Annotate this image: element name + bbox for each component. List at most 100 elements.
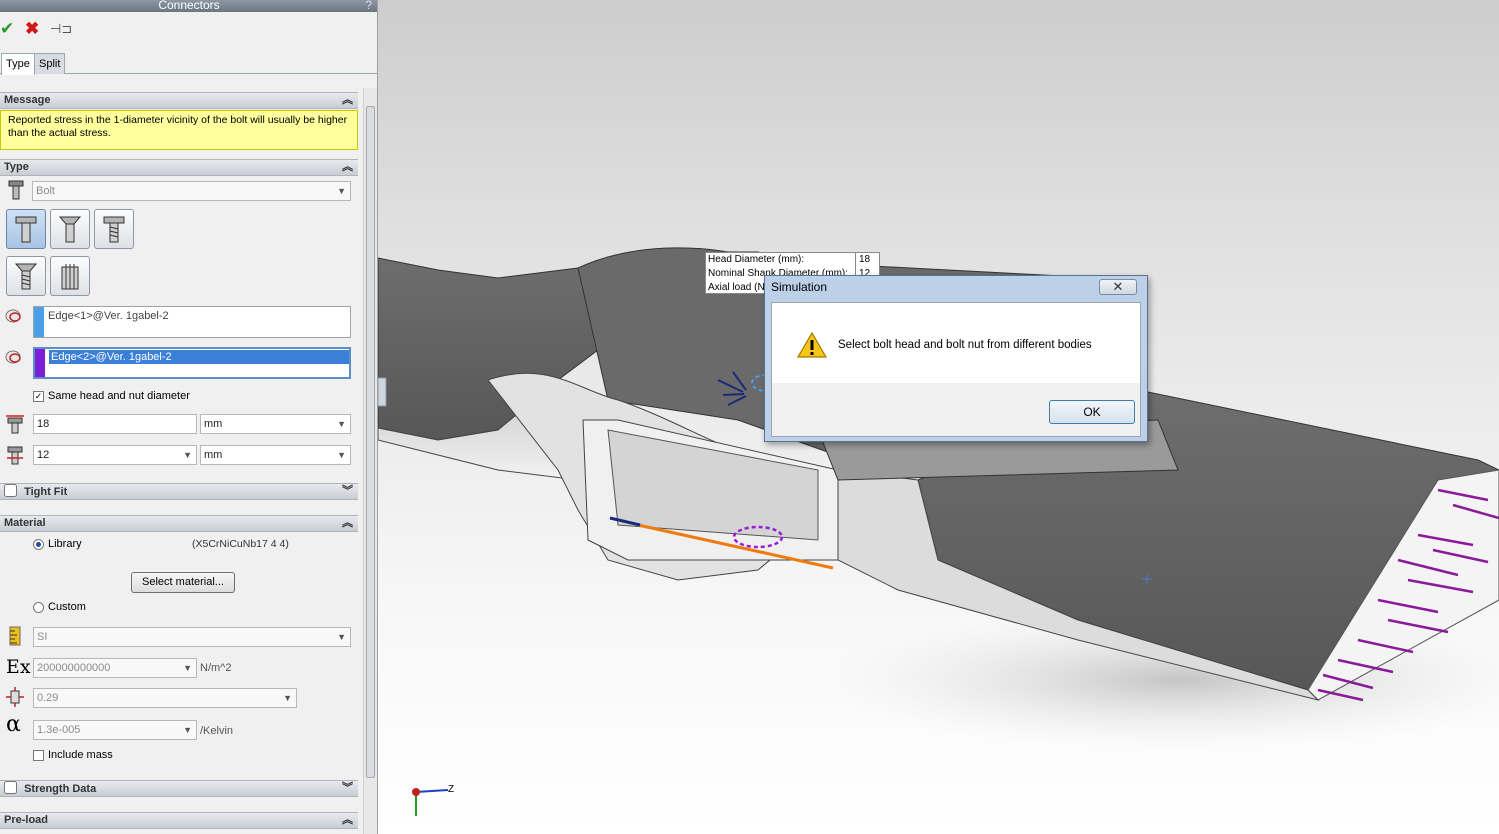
bolt-nut-edge-selection[interactable]: Edge<2>@Ver. 1gabel-2: [33, 347, 351, 379]
include-mass-label: Include mass: [48, 749, 113, 761]
dropdown-arrow-icon: ▼: [337, 419, 346, 429]
panel-scrollbar[interactable]: [363, 88, 377, 834]
counterbore-screw-button[interactable]: [94, 209, 134, 249]
message-box: Reported stress in the 1-diameter vicini…: [0, 110, 358, 150]
radio-unselected-icon[interactable]: [33, 601, 44, 613]
bolt-type-icon: [5, 179, 27, 201]
ex-unit: N/m^2: [200, 662, 232, 674]
tooltip-label: Head Diameter (mm):: [706, 253, 856, 267]
tab-split[interactable]: Split: [34, 53, 66, 74]
panel-title: Connectors: [158, 0, 220, 12]
same-diameter-checkbox[interactable]: ✓ Same head and nut diameter: [33, 390, 190, 402]
countersink-screw-icon: [14, 263, 38, 290]
message-group: Message ︽ Reported stress in the 1-diame…: [0, 92, 358, 150]
collapse-chevron-icon[interactable]: ︽: [342, 93, 353, 108]
alpha-value: 1.3e-005: [37, 724, 81, 736]
property-manager: Connectors ? ✔ ✖ ⊣⊐ Type Split Message ︽…: [0, 0, 378, 834]
expand-chevron-icon[interactable]: ︾: [342, 484, 353, 499]
nut-edge-select-icon: [3, 346, 25, 368]
foundation-bolt-icon: [61, 264, 79, 290]
ex-input[interactable]: 200000000000 ▼: [33, 658, 197, 678]
checkbox-unchecked-icon[interactable]: [33, 749, 44, 761]
dropdown-arrow-icon: ▼: [183, 450, 192, 460]
dialog-title: Simulation: [771, 280, 828, 294]
ruler-units-icon: [4, 625, 26, 647]
custom-label: Custom: [48, 601, 86, 613]
head-unit-value: mm: [204, 418, 223, 430]
panel-title-bar: Connectors ?: [0, 0, 377, 12]
edge2-text: Edge<2>@Ver. 1gabel-2: [49, 350, 349, 364]
strength-data-checkbox[interactable]: [4, 781, 17, 794]
material-group: Material ︽: [0, 515, 358, 532]
units-value: SI: [37, 631, 48, 643]
dropdown-arrow-icon: ▼: [337, 450, 346, 460]
help-icon[interactable]: ?: [365, 0, 372, 11]
bolt-head-edge-selection[interactable]: Edge<1>@Ver. 1gabel-2: [33, 306, 351, 338]
dialog-message: Select bolt head and bolt nut from diffe…: [838, 339, 1092, 351]
ok-check-icon[interactable]: ✔: [0, 18, 14, 40]
collapse-chevron-icon[interactable]: ︽: [342, 516, 353, 531]
type-group-header[interactable]: Type ︽: [0, 159, 358, 176]
head-diameter-input[interactable]: 18: [33, 414, 197, 434]
tight-fit-header[interactable]: Tight Fit ︾: [0, 483, 358, 500]
tight-fit-label: Tight Fit: [24, 486, 68, 498]
collapse-chevron-icon[interactable]: ︽: [342, 813, 353, 828]
poisson-input[interactable]: 0.29 ▼: [33, 688, 297, 708]
dropdown-arrow-icon: ▼: [283, 693, 292, 703]
edge1-text: Edge<1>@Ver. 1gabel-2: [48, 310, 169, 322]
cancel-x-icon[interactable]: ✖: [25, 18, 39, 40]
counterbore-nut-button[interactable]: [6, 209, 46, 249]
tight-fit-group: Tight Fit ︾: [0, 483, 358, 500]
tooltip-value: 18: [859, 254, 871, 265]
triad-axis-label: Z: [448, 784, 455, 795]
dropdown-arrow-icon: ▼: [337, 632, 346, 642]
library-radio[interactable]: Library: [33, 538, 82, 550]
type-group: Type ︽: [0, 159, 358, 176]
select-material-button[interactable]: Select material...: [131, 572, 235, 593]
countersink-nut-icon: [58, 216, 82, 243]
custom-radio[interactable]: Custom: [33, 601, 86, 613]
tooltip-row: Head Diameter (mm): 18: [706, 253, 879, 267]
preload-label: Pre-load: [4, 814, 49, 826]
countersink-nut-button[interactable]: [50, 209, 90, 249]
message-group-header[interactable]: Message ︽: [0, 92, 358, 109]
elastic-modulus-icon: Ex: [6, 656, 31, 678]
scrollbar-thumb[interactable]: [366, 106, 375, 778]
collapse-chevron-icon[interactable]: ︽: [342, 160, 353, 175]
shank-unit-value: mm: [204, 449, 223, 461]
thermal-expansion-icon: α: [6, 712, 21, 737]
include-mass-checkbox[interactable]: Include mass: [33, 749, 113, 761]
same-diameter-label: Same head and nut diameter: [48, 390, 190, 402]
shank-diameter-value: 12: [37, 449, 50, 461]
checkbox-checked-icon[interactable]: ✓: [33, 390, 44, 402]
shank-unit-select[interactable]: mm ▼: [200, 445, 351, 465]
expand-chevron-icon[interactable]: ︾: [342, 781, 353, 796]
tab-type[interactable]: Type: [1, 53, 35, 75]
edge2-color-swatch: [35, 349, 45, 377]
dropdown-arrow-icon: ▼: [337, 186, 346, 196]
ok-button[interactable]: OK: [1049, 400, 1135, 424]
dropdown-arrow-icon: ▼: [183, 725, 192, 735]
foundation-bolt-button[interactable]: [50, 256, 90, 296]
ex-value: 200000000000: [37, 662, 111, 674]
tight-fit-checkbox[interactable]: [4, 484, 17, 497]
radio-selected-icon[interactable]: [33, 538, 44, 550]
edge1-color-swatch: [34, 307, 44, 337]
poisson-value: 0.29: [37, 692, 59, 704]
head-diameter-icon: [4, 413, 26, 435]
close-icon[interactable]: ✕: [1099, 279, 1137, 295]
pushpin-icon[interactable]: ⊣⊐: [50, 18, 72, 40]
panel-collapse-handle: [378, 377, 387, 407]
material-header[interactable]: Material ︽: [0, 515, 358, 532]
head-unit-select[interactable]: mm ▼: [200, 414, 351, 434]
connector-type-select[interactable]: Bolt ▼: [32, 181, 351, 201]
dialog-body: Select bolt head and bolt nut from diffe…: [771, 302, 1141, 437]
units-select[interactable]: SI ▼: [33, 627, 351, 647]
preload-header[interactable]: Pre-load ︽: [0, 812, 358, 829]
alpha-input[interactable]: 1.3e-005 ▼: [33, 720, 197, 740]
strength-data-header[interactable]: Strength Data ︾: [0, 780, 358, 797]
countersink-screw-button[interactable]: [6, 256, 46, 296]
shank-diameter-input[interactable]: 12 ▼: [33, 445, 197, 465]
library-label: Library: [48, 538, 82, 550]
counterbore-screw-icon: [103, 216, 125, 243]
